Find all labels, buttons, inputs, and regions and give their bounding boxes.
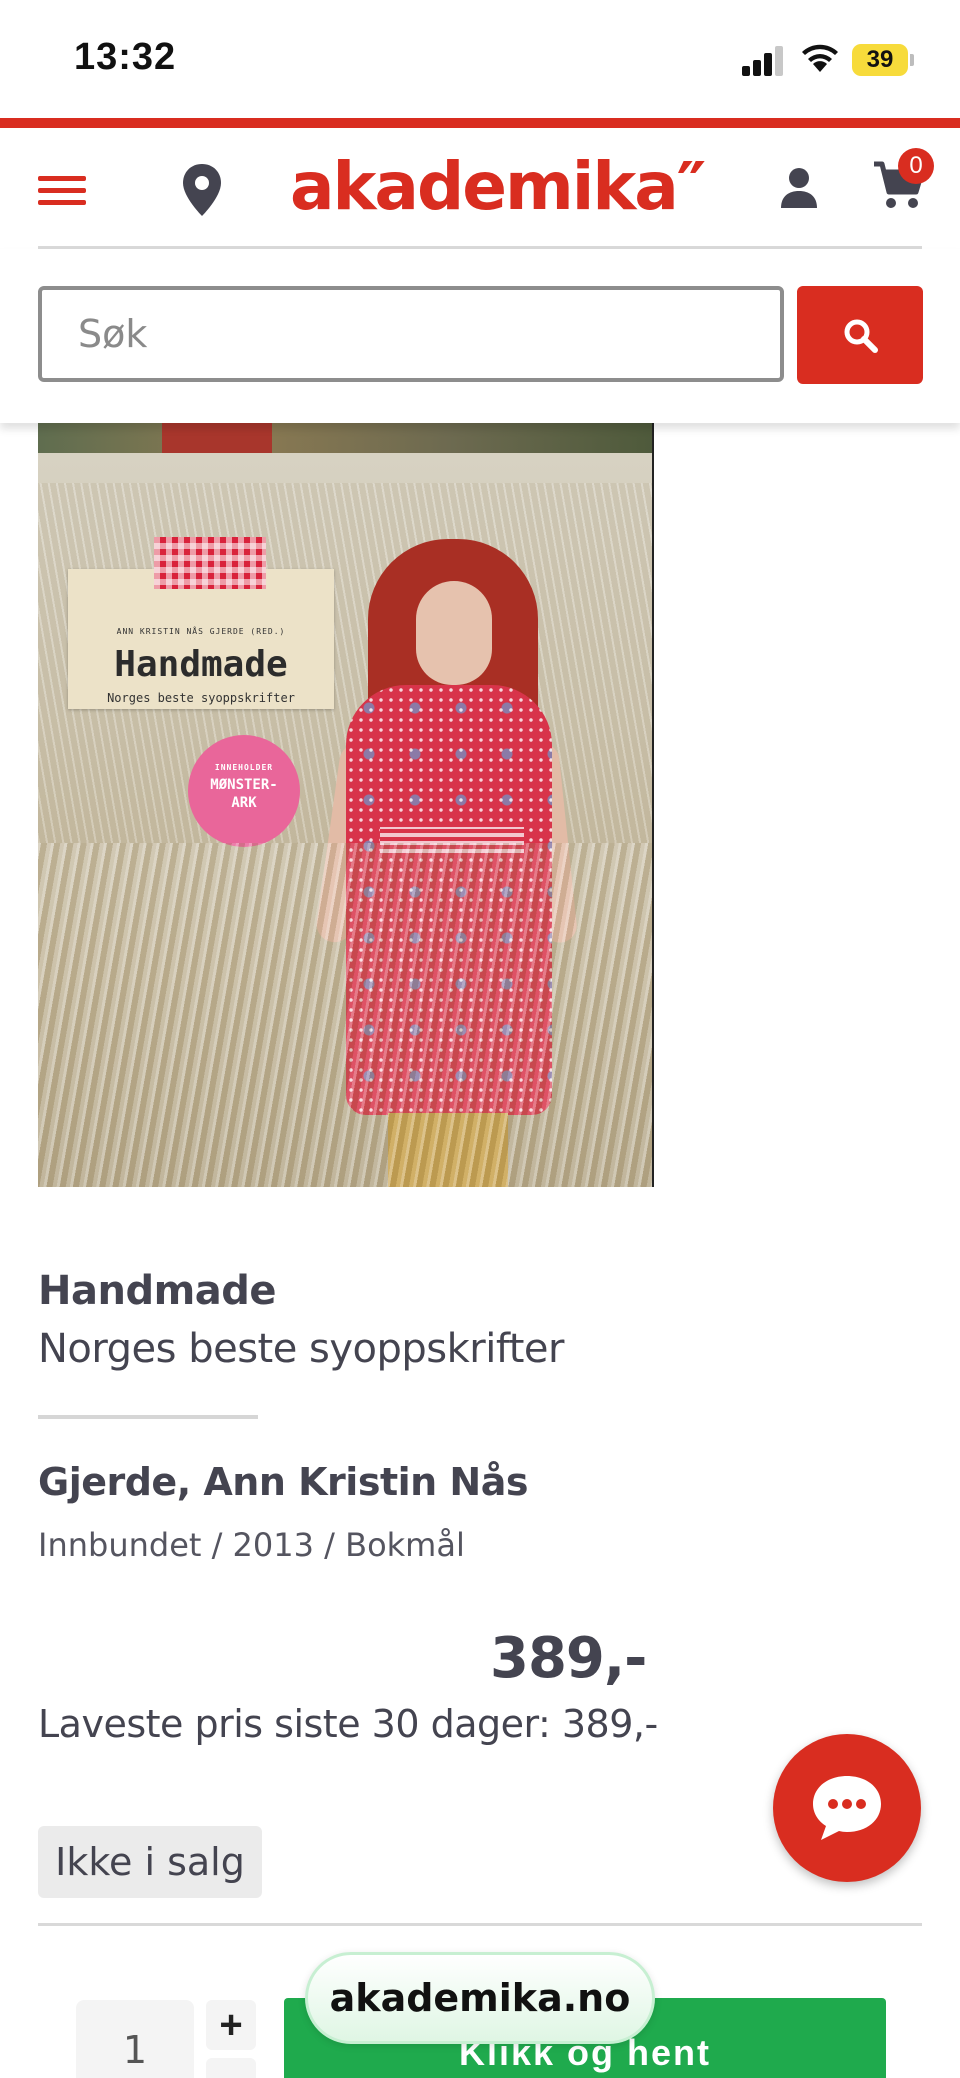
quantity-decrease-button[interactable]: - — [206, 2058, 256, 2078]
sticker-line-2: MØNSTER- — [210, 777, 278, 793]
search-bar — [0, 249, 960, 423]
site-header: akademika″ 0 — [0, 128, 960, 248]
chat-icon — [813, 1776, 881, 1840]
cart-count-badge: 0 — [898, 148, 934, 184]
search-icon — [844, 319, 878, 353]
cover-model-face — [416, 581, 492, 685]
cover-treeline — [38, 423, 654, 453]
status-bar: 13:32 39 — [0, 0, 960, 118]
search-button[interactable] — [797, 286, 923, 384]
title-divider — [38, 1415, 258, 1419]
lowest-price-note: Laveste pris siste 30 dager: 389,- — [38, 1702, 658, 1746]
stock-status-badge: Ikke i salg — [38, 1826, 262, 1898]
quantity-increase-button[interactable]: + — [206, 2000, 256, 2050]
user-icon[interactable] — [778, 166, 820, 210]
signal-icon — [742, 44, 784, 76]
sticker-line-3: ARK — [231, 795, 257, 811]
search-input[interactable] — [38, 286, 784, 382]
battery-tip — [910, 54, 914, 66]
chat-button[interactable] — [773, 1734, 921, 1882]
brand-top-rule — [0, 118, 960, 128]
cover-title-label: ANN KRISTIN NÅS GJERDE (RED.) Handmade N… — [68, 569, 334, 709]
cover-wheat-foreground — [38, 843, 654, 1187]
product-price: 389,- — [490, 1626, 647, 1691]
cover-barn — [162, 423, 272, 453]
browser-url-pill[interactable]: akademika.no — [305, 1952, 655, 2044]
product-subtitle: Norges beste syoppskrifter — [38, 1326, 564, 1372]
product-meta: Innbundet / 2013 / Bokmål — [38, 1526, 465, 1564]
menu-icon[interactable] — [38, 172, 86, 208]
product-author[interactable]: Gjerde, Ann Kristin Nås — [38, 1460, 528, 1504]
sticker-line-1: INNEHOLDER — [214, 763, 274, 772]
cover-edge — [652, 423, 654, 1187]
book-cover-image[interactable]: ANN KRISTIN NÅS GJERDE (RED.) Handmade N… — [38, 423, 654, 1187]
quantity-input[interactable]: 1 — [76, 2000, 194, 2078]
cover-subtitle: Norges beste syoppskrifter — [107, 691, 295, 705]
product-title: Handmade — [38, 1268, 277, 1314]
battery-indicator: 39 — [852, 44, 908, 76]
cover-gingham-ribbon — [154, 537, 266, 589]
site-logo[interactable]: akademika″ — [290, 148, 706, 225]
cover-title: Handmade — [114, 644, 288, 685]
cover-editor: ANN KRISTIN NÅS GJERDE (RED.) — [116, 627, 286, 636]
location-pin-icon[interactable] — [180, 162, 224, 218]
wifi-icon — [800, 40, 840, 74]
purchase-divider — [38, 1923, 922, 1926]
status-time: 13:32 — [74, 36, 177, 78]
cover-sticker: INNEHOLDER MØNSTER- ARK — [188, 735, 300, 847]
